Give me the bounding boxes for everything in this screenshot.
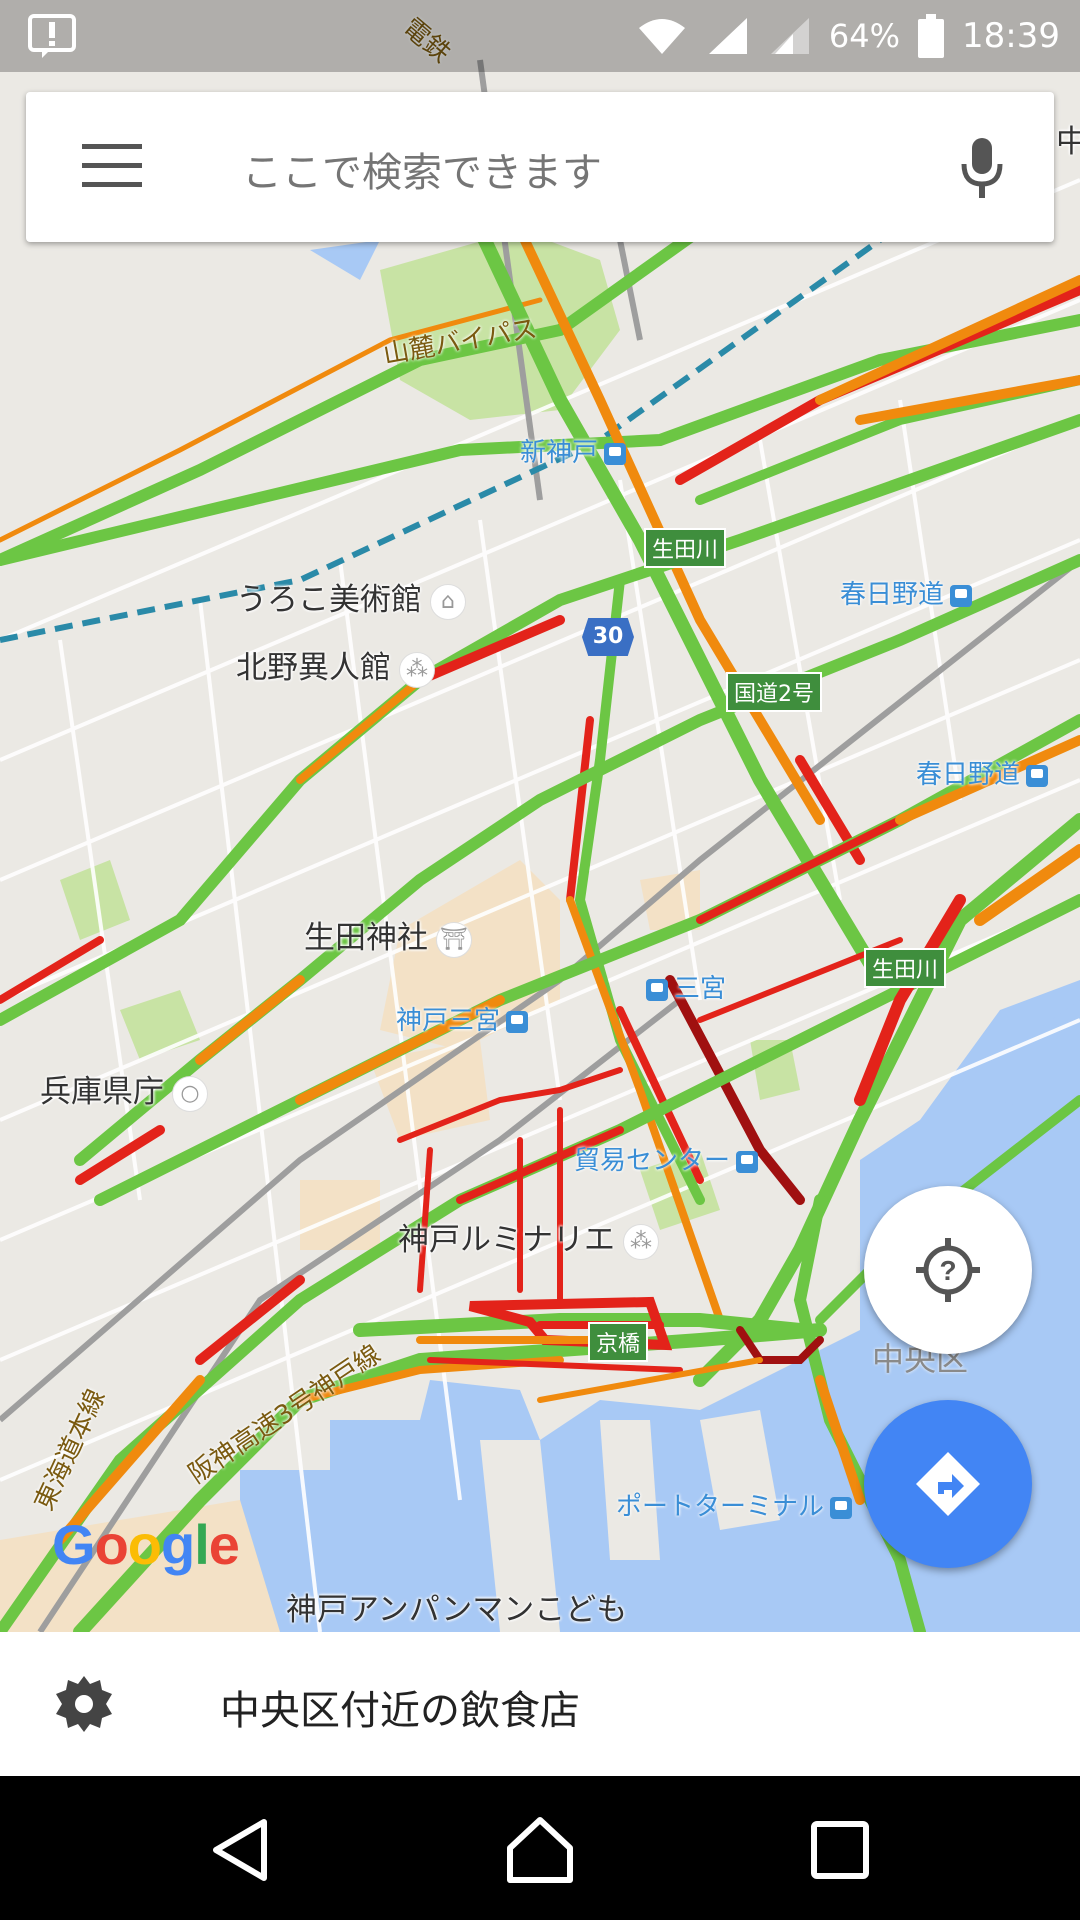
museum-icon: ⌂ <box>430 583 466 620</box>
poi-kitano-ijinkan[interactable]: 北野異人館 ⁂ <box>236 642 435 688</box>
battery-icon <box>918 14 945 58</box>
poi-kobe-luminarie[interactable]: 神戸ルミナリエ ⁂ <box>398 1214 659 1260</box>
road-sign-ikutagawa-1: 生田川 <box>644 528 727 568</box>
train-icon <box>736 1150 759 1173</box>
poi-uroko-museum[interactable]: うろこ美術館 ⌂ <box>236 574 466 620</box>
cell-signal-2-icon <box>767 16 811 56</box>
battery-level: 64% <box>828 17 901 55</box>
attraction-icon: ⁂ <box>399 651 435 688</box>
map-label-cut-top: 中 <box>1056 124 1080 160</box>
station-kasugano-1[interactable]: 春日野道 <box>840 574 973 611</box>
recents-button[interactable] <box>804 1814 876 1886</box>
wifi-icon <box>637 16 687 56</box>
directions-button[interactable] <box>864 1400 1032 1568</box>
shrine-icon: ⛩ <box>436 921 472 958</box>
train-icon <box>604 442 627 465</box>
svg-text:?: ? <box>939 1255 956 1286</box>
back-triangle-icon <box>213 1819 267 1881</box>
my-location-button[interactable]: ? <box>864 1186 1032 1354</box>
google-logo-text: Google <box>52 1513 240 1576</box>
location-unknown-icon: ? <box>916 1238 980 1302</box>
station-kasugano-2[interactable]: 春日野道 <box>916 754 1049 791</box>
station-kasugano-2-label: 春日野道 <box>916 760 1021 790</box>
train-icon <box>1026 764 1049 787</box>
android-nav-bar <box>0 1776 1080 1920</box>
station-shinkobe[interactable]: 新神戸 <box>520 432 627 469</box>
restaurant-gear-icon <box>52 1672 116 1736</box>
nearby-restaurants-text[interactable]: 中央区付近の飲食店 <box>220 1678 580 1736</box>
attraction-icon: ⁂ <box>623 1223 659 1260</box>
station-port-terminal-label: ポートターミナル <box>616 1492 825 1522</box>
status-bar: 64% 18:39 <box>0 0 1080 72</box>
poi-ikuta-shrine[interactable]: 生田神社 ⛩ <box>304 912 472 958</box>
station-sannomiya[interactable]: 三宮 <box>640 968 726 1005</box>
station-sannomiya-label: 三宮 <box>674 974 727 1004</box>
back-button[interactable] <box>206 1814 278 1886</box>
map-graphics <box>0 0 1080 1632</box>
station-port-terminal[interactable]: ポートターミナル <box>616 1486 853 1523</box>
explore-bottom-sheet[interactable]: 中央区付近の飲食店 <box>0 1632 1080 1776</box>
train-icon <box>506 1010 529 1033</box>
google-logo: Google <box>52 1512 240 1577</box>
home-icon <box>507 1817 573 1883</box>
station-shinkobe-label: 新神戸 <box>520 438 599 468</box>
recents-square-icon <box>811 1821 869 1879</box>
search-input[interactable]: ここで検索できます <box>242 140 602 198</box>
train-icon <box>830 1496 853 1519</box>
poi-anpanman-museum-label: 神戸アンパンマンこども <box>286 1592 628 1628</box>
station-boeki-center[interactable]: 貿易センター <box>574 1140 759 1177</box>
government-icon: ○ <box>172 1075 208 1112</box>
station-kasugano-1-label: 春日野道 <box>840 580 945 610</box>
poi-anpanman-museum[interactable]: 神戸アンパンマンこども <box>286 1584 627 1629</box>
station-kobe-sannomiya[interactable]: 神戸三宮 <box>396 1000 529 1037</box>
road-sign-kyobashi: 京橋 <box>588 1322 649 1362</box>
road-sign-route-2: 国道2号 <box>726 672 822 712</box>
route-30-shield: 30 <box>582 618 634 656</box>
directions-icon <box>916 1452 980 1516</box>
cell-signal-icon <box>705 16 749 56</box>
notification-alert-icon <box>28 14 76 58</box>
search-bar[interactable]: ここで検索できます <box>26 92 1054 242</box>
poi-hyogo-pref-office-label: 兵庫県庁 <box>40 1074 164 1110</box>
train-icon <box>950 584 973 607</box>
train-icon <box>646 978 668 1001</box>
menu-icon[interactable] <box>82 144 142 188</box>
poi-kobe-luminarie-label: 神戸ルミナリエ <box>398 1222 615 1258</box>
poi-ikuta-shrine-label: 生田神社 <box>304 920 428 956</box>
station-kobe-sannomiya-label: 神戸三宮 <box>396 1006 501 1036</box>
clock: 18:39 <box>962 16 1060 56</box>
poi-hyogo-pref-office[interactable]: 兵庫県庁 ○ <box>40 1066 208 1112</box>
road-sign-ikutagawa-2: 生田川 <box>864 948 947 988</box>
home-button[interactable] <box>504 1814 576 1886</box>
map-canvas[interactable]: 電鉄 山麓バイパス 阪神高速3号神戸線 東海道本線 新神戸 春日野道 春日野道 … <box>0 0 1080 1632</box>
poi-uroko-museum-label: うろこ美術館 <box>236 582 422 618</box>
poi-kitano-ijinkan-label: 北野異人館 <box>236 650 391 686</box>
station-boeki-center-label: 貿易センター <box>574 1146 731 1176</box>
microphone-icon[interactable] <box>960 136 1004 200</box>
